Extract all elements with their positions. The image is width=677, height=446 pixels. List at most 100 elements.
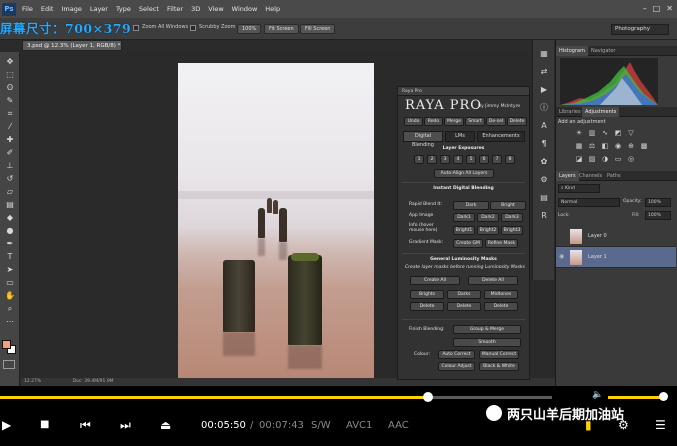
darks-button[interactable]: Darks [447, 290, 481, 299]
eyedropper-tool-icon[interactable]: ⁄ [4, 123, 16, 131]
play-icon[interactable]: ▶ [2, 417, 11, 433]
tab-histogram[interactable]: Histogram [556, 46, 588, 56]
tab-adjustments[interactable]: Adjustments [582, 107, 620, 117]
previous-icon[interactable]: ⏮ [80, 417, 91, 433]
pen-tool-icon[interactable]: ✒ [4, 240, 16, 248]
menu-edit[interactable]: Edit [41, 5, 54, 13]
tab-paths[interactable]: Paths [604, 171, 624, 181]
dark2-button[interactable]: Dark2 [477, 213, 499, 222]
rapid-bright-button[interactable]: Bright [490, 201, 526, 210]
selective-color-icon[interactable]: ◎ [627, 156, 635, 163]
hand-tool-icon[interactable]: ✋ [4, 292, 16, 300]
tool-preset-icon[interactable]: ⚙ [538, 174, 550, 185]
brush-tool-icon[interactable]: ✐ [4, 149, 16, 157]
tab-lms[interactable]: LMs [445, 131, 475, 142]
posterize-icon[interactable]: ▨ [588, 156, 596, 163]
history-brush-tool-icon[interactable]: ↺ [4, 175, 16, 183]
paragraph-icon[interactable]: ¶ [538, 138, 550, 149]
layer-row[interactable]: Layer 0 [556, 226, 676, 247]
merge-button[interactable]: Merge [444, 117, 464, 126]
exposure-button-2[interactable]: 2 [427, 155, 437, 164]
zoom-tool-icon[interactable]: ⌕ [4, 305, 16, 313]
foreground-color-swatch[interactable] [2, 340, 11, 349]
create-all-button[interactable]: Create All [410, 276, 460, 285]
channel-mixer-icon[interactable]: ⊕ [627, 143, 635, 150]
hue-sat-icon[interactable]: ▦ [575, 143, 583, 150]
character-icon[interactable]: A [538, 120, 550, 131]
layer-kind-filter[interactable]: ⌕ Kind [558, 184, 600, 193]
info-hover-label[interactable]: Info (hover mouse here) [409, 223, 449, 233]
playlist-menu-icon[interactable]: ☰ [655, 417, 666, 433]
fill-screen-button[interactable]: Fill Screen [300, 24, 336, 34]
brush-preset-icon[interactable]: ✿ [538, 156, 550, 167]
refine-mask-button[interactable]: Refine Mask [485, 239, 518, 248]
rapid-dark-button[interactable]: Dark [453, 201, 489, 210]
blur-tool-icon[interactable]: ◆ [4, 214, 16, 222]
color-lookup-icon[interactable]: ▩ [640, 143, 648, 150]
lasso-tool-icon[interactable]: ʘ [4, 84, 16, 92]
volume-icon[interactable]: 🔈 [592, 390, 603, 400]
more-tools-icon[interactable]: ⋯ [4, 318, 16, 326]
scrubby-zoom-checkbox[interactable] [190, 25, 196, 31]
delete-all-button[interactable]: Delete All [468, 276, 518, 285]
dark3-button[interactable]: Dark3 [501, 213, 523, 222]
exposure-button-6[interactable]: 6 [479, 155, 489, 164]
exposure-button-1[interactable]: 1 [414, 155, 424, 164]
dodge-tool-icon[interactable]: ● [4, 227, 16, 235]
minimize-icon[interactable]: – [643, 4, 647, 13]
midtones-button[interactable]: Midtones [484, 290, 518, 299]
smooth-button[interactable]: Smooth [453, 338, 521, 347]
threshold-icon[interactable]: ◑ [601, 156, 609, 163]
info-icon[interactable]: ⓘ [538, 102, 550, 113]
create-gm-button[interactable]: Create GM [453, 239, 483, 248]
menu-help[interactable]: Help [265, 5, 280, 13]
eject-icon[interactable]: ⏏ [160, 417, 171, 433]
fit-screen-button[interactable]: Fit Screen [264, 24, 299, 34]
menu-select[interactable]: Select [139, 5, 159, 13]
quick-mask-icon[interactable] [3, 360, 15, 369]
menu-image[interactable]: Image [61, 5, 81, 13]
exposure-icon[interactable]: ◩ [614, 130, 622, 137]
clone-stamp-tool-icon[interactable]: ⊥ [4, 162, 16, 170]
marquee-tool-icon[interactable]: ⬚ [4, 71, 16, 79]
properties-icon[interactable]: ⇄ [538, 66, 550, 77]
next-icon[interactable]: ⏭ [120, 417, 131, 433]
move-tool-icon[interactable]: ✥ [4, 58, 16, 66]
colour-adjust-button[interactable]: Colour Adjust [438, 362, 475, 371]
manual-correct-button[interactable]: Manual Correct [479, 350, 519, 359]
delete-button[interactable]: Delete [507, 117, 527, 126]
zoom-100-button[interactable]: 100% [237, 24, 262, 34]
dark1-button[interactable]: Dark1 [453, 213, 475, 222]
healing-tool-icon[interactable]: ✚ [4, 136, 16, 144]
exposure-button-8[interactable]: 8 [505, 155, 515, 164]
opacity-field[interactable]: 100% [645, 198, 671, 207]
close-icon[interactable]: ✕ [666, 4, 673, 13]
redo-button[interactable]: Redo [424, 117, 443, 126]
bright2-button[interactable]: Bright2 [477, 226, 499, 235]
tab-enhancements[interactable]: Enhancements [477, 131, 525, 142]
document-tab[interactable]: 3.psd @ 12.3% (Layer 1, RGB/8) * [22, 40, 122, 51]
black-white-button[interactable]: Black & White [479, 362, 519, 371]
fill-field[interactable]: 100% [645, 211, 671, 220]
invert-icon[interactable]: ◪ [575, 156, 583, 163]
smart-button[interactable]: Smart [465, 117, 485, 126]
black-white-icon[interactable]: ◧ [601, 143, 609, 150]
exposure-button-3[interactable]: 3 [440, 155, 450, 164]
tab-channels[interactable]: Channels [576, 171, 605, 181]
menu-window[interactable]: Window [232, 5, 258, 13]
vibrance-icon[interactable]: ▽ [627, 130, 635, 137]
deselect-button[interactable]: De-sel [486, 117, 506, 126]
subtitle-toggle[interactable]: S/W [311, 420, 331, 431]
gradient-tool-icon[interactable]: ▤ [4, 201, 16, 209]
crop-tool-icon[interactable]: ⌗ [4, 110, 16, 118]
exposure-button-5[interactable]: 5 [466, 155, 476, 164]
tab-libraries[interactable]: Libraries [556, 107, 584, 117]
menu-filter[interactable]: Filter [167, 5, 183, 13]
curves-icon[interactable]: ∿ [601, 130, 609, 137]
actions-icon[interactable]: ▶ [538, 84, 550, 95]
undo-button[interactable]: Undo [404, 117, 423, 126]
levels-icon[interactable]: ▥ [588, 130, 596, 137]
swatches-icon[interactable]: ▤ [538, 192, 550, 203]
menu-view[interactable]: View [208, 5, 223, 13]
type-tool-icon[interactable]: T [4, 253, 16, 261]
